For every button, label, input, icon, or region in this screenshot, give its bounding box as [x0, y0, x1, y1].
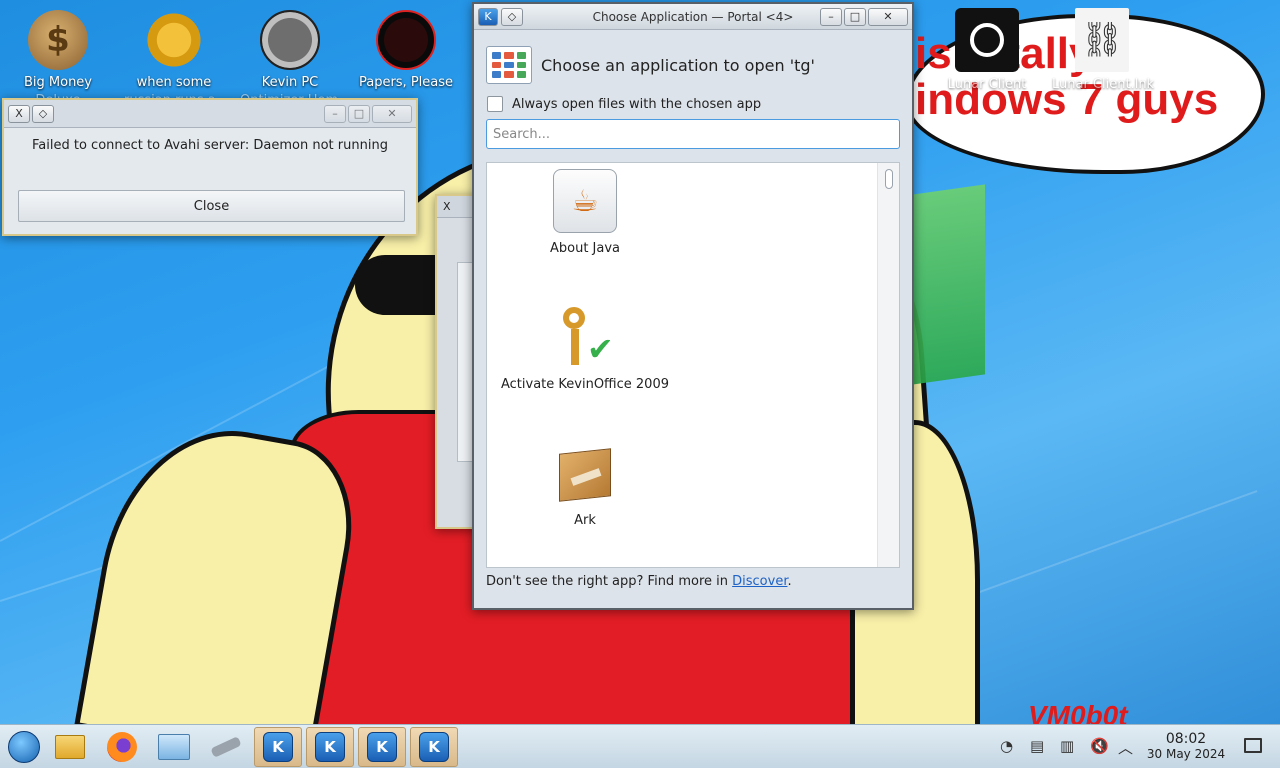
- desktop-icon-label: Lunar Client: [947, 77, 1027, 92]
- taskbar-file-manager[interactable]: [46, 727, 94, 767]
- minimize-icon: –: [332, 107, 338, 120]
- start-button[interactable]: [0, 727, 48, 767]
- x-logo-icon: X: [443, 200, 451, 213]
- taskbar-window-1[interactable]: K: [254, 727, 302, 767]
- maximize-icon: □: [353, 107, 365, 120]
- clipboard-icon[interactable]: ▥: [1060, 737, 1074, 755]
- taskbar-firefox[interactable]: [98, 727, 146, 767]
- avahi-error-dialog: X ◇ – □ ✕ Failed to connect to Avahi ser…: [2, 98, 418, 236]
- app-item-activate-kevinoffice[interactable]: ✔ Activate KevinOffice 2009: [487, 305, 683, 392]
- lunar-client-icon: [955, 8, 1019, 72]
- desktop-icon-kevin-pc[interactable]: Kevin PC Optimizer Hom...: [240, 10, 351, 110]
- always-open-checkbox[interactable]: [487, 96, 503, 112]
- minimize-button[interactable]: –: [820, 7, 842, 26]
- clock-date: 30 May 2024: [1146, 747, 1226, 761]
- chooser-footer: Don't see the right app? Find more in Di…: [486, 574, 792, 589]
- desktop-icon-lunar-client[interactable]: Lunar Client: [937, 8, 1037, 94]
- window-menu-button[interactable]: K: [478, 7, 498, 26]
- monitor-settings-icon: [158, 734, 190, 760]
- close-window-button[interactable]: ✕: [868, 7, 908, 26]
- always-open-row[interactable]: Always open files with the chosen app: [474, 84, 912, 112]
- always-open-label: Always open files with the chosen app: [512, 96, 762, 112]
- close-button[interactable]: Close: [18, 190, 405, 222]
- desktop-icon-papers-please[interactable]: Papers, Please: [356, 10, 456, 92]
- error-message: Failed to connect to Avahi server: Daemo…: [32, 138, 388, 153]
- kde-logo-icon: K: [315, 732, 345, 762]
- chevron-up-icon[interactable]: ︿: [1118, 737, 1133, 758]
- link-chain-icon: ⛓: [1075, 8, 1129, 72]
- volume-muted-icon[interactable]: 🔇: [1090, 737, 1109, 755]
- usb-device-icon[interactable]: ▤: [1030, 737, 1044, 755]
- show-desktop-icon[interactable]: [1244, 738, 1262, 753]
- clock[interactable]: 08:02 30 May 2024: [1142, 731, 1230, 761]
- app-label: Ark: [574, 513, 596, 528]
- close-icon: ✕: [387, 107, 397, 120]
- app-label: About Java: [549, 241, 621, 256]
- taskbar-window-3[interactable]: K: [358, 727, 406, 767]
- gear-icon: [144, 10, 204, 70]
- money-bag-icon: $: [28, 10, 88, 70]
- java-icon: ☕: [553, 169, 617, 233]
- maximize-button[interactable]: □: [348, 104, 370, 123]
- app-item-about-java[interactable]: ☕ About Java: [487, 169, 683, 256]
- list-scrollbar[interactable]: [877, 163, 899, 567]
- kde-logo-icon: K: [367, 732, 397, 762]
- archive-box-icon: [553, 441, 617, 505]
- chooser-header: Choose an application to open 'tg': [474, 30, 912, 84]
- kde-logo-icon: K: [419, 732, 449, 762]
- chooser-titlebar: Choose Application — Portal <4> K ◇ – □ …: [474, 4, 912, 30]
- taskbar-system-settings[interactable]: [150, 727, 198, 767]
- taskbar-window-4[interactable]: K: [410, 727, 458, 767]
- scrollbar-thumb[interactable]: [885, 169, 893, 189]
- window-menu-button[interactable]: X: [8, 104, 30, 123]
- checkmark-icon: ✔: [587, 330, 614, 368]
- taskbar: K K K K ◔ ▤ ▥ 🔇 ︿ 08:02 30 May 2024: [0, 724, 1280, 768]
- wrench-icon: [210, 736, 242, 758]
- taskbar-tool[interactable]: [202, 727, 250, 767]
- close-icon: ✕: [883, 10, 893, 23]
- keep-above-button[interactable]: ◇: [501, 7, 523, 26]
- desktop-icon-label: Lunar Client.lnk: [1052, 77, 1155, 92]
- application-list: ☕ About Java ✔ Activate KevinOffice 2009…: [486, 162, 900, 568]
- kde-logo-icon: K: [263, 732, 293, 762]
- desktop-icon-label: Kevin PC: [261, 75, 319, 90]
- key-icon: ✔: [553, 305, 617, 369]
- desktop-icon-when-some[interactable]: when some russian runs a ...: [124, 10, 232, 110]
- footer-period: .: [787, 574, 792, 589]
- footer-text: Don't see the right app? Find more in: [486, 574, 733, 589]
- moon-icon: [970, 23, 1004, 57]
- papers-please-seal-icon: [376, 10, 436, 70]
- maximize-button[interactable]: □: [844, 7, 866, 26]
- application-grid-icon: [486, 46, 532, 84]
- windows-start-orb-icon: [8, 731, 40, 763]
- choose-application-window: Choose Application — Portal <4> K ◇ – □ …: [472, 2, 914, 610]
- desktop-icon-big-money[interactable]: $ Big Money Deluxe: [8, 10, 108, 110]
- desktop-icon-label: Big Money: [23, 75, 92, 90]
- diamond-icon: ◇: [507, 10, 517, 23]
- taskbar-window-2[interactable]: K: [306, 727, 354, 767]
- folder-icon: [55, 735, 85, 759]
- maximize-icon: □: [849, 10, 861, 23]
- minimize-icon: –: [828, 10, 834, 23]
- minimize-button[interactable]: –: [324, 104, 346, 123]
- app-label: Activate KevinOffice 2009: [501, 377, 669, 392]
- discover-link[interactable]: Discover: [732, 574, 787, 589]
- avahi-titlebar: X ◇ – □ ✕: [4, 100, 416, 128]
- close-window-button[interactable]: ✕: [372, 104, 412, 123]
- desktop-icon-lunar-client-lnk[interactable]: ⛓ Lunar Client.lnk: [1052, 8, 1155, 94]
- speedometer-icon: [260, 10, 320, 70]
- keep-above-button[interactable]: ◇: [32, 104, 54, 123]
- clock-time: 08:02: [1165, 731, 1207, 747]
- kde-logo-icon: K: [484, 10, 492, 23]
- desktop-icon-label: Papers, Please: [358, 75, 454, 90]
- search-input[interactable]: Search...: [486, 119, 900, 149]
- chooser-heading: Choose an application to open 'tg': [541, 55, 815, 75]
- firefox-icon: [107, 732, 137, 762]
- windows-logo-fragment: [905, 184, 985, 386]
- diamond-icon: ◇: [38, 107, 48, 120]
- network-icon[interactable]: ◔: [1000, 737, 1013, 755]
- app-item-ark[interactable]: Ark: [487, 441, 683, 528]
- desktop-icon-label: when some: [136, 75, 212, 90]
- x-logo-icon: X: [15, 107, 23, 120]
